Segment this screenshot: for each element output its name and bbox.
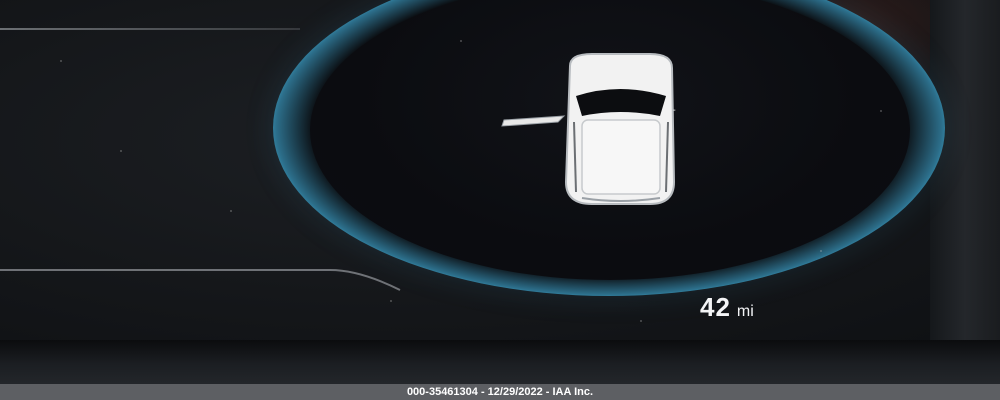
range-unit: mi bbox=[736, 303, 754, 320]
watermark-caption: 000-35461304 - 12/29/2022 - IAA Inc. bbox=[0, 384, 1000, 400]
range-value: 42 bbox=[700, 292, 731, 322]
screen-divider-bottom bbox=[0, 269, 401, 291]
dashboard-photo: 42 mi 000-35461304 - 12/29/2022 - IAA Inc… bbox=[0, 0, 1000, 400]
door-open-icon bbox=[501, 115, 566, 127]
screen-bezel-right bbox=[930, 0, 1000, 360]
range-readout: 42 mi bbox=[700, 292, 754, 323]
screen-divider-top bbox=[0, 28, 300, 30]
car-top-view-icon bbox=[501, 53, 676, 205]
